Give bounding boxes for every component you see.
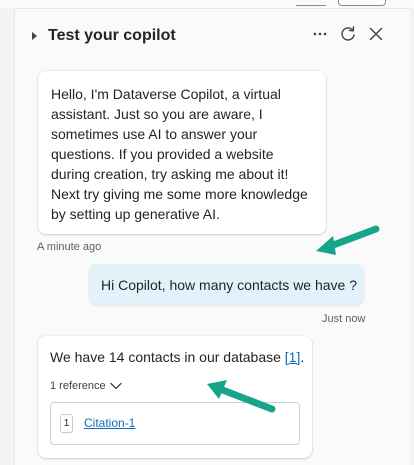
message-line: assistant. Just so you are aware, I <box>51 106 263 122</box>
message-line: sometimes use AI to answer your <box>51 126 258 142</box>
panel-title: Test your copilot <box>48 27 176 44</box>
message-line: Next try giving me some more knowledge <box>51 186 308 202</box>
references-toggle[interactable]: 1 reference <box>50 380 122 392</box>
references-label: 1 reference <box>50 380 106 392</box>
citation-card[interactable]: 1 Citation-1 <box>50 402 300 445</box>
citation-number: 1 <box>60 414 73 433</box>
top-divider <box>296 5 326 6</box>
more-horizontal-icon[interactable] <box>308 22 332 46</box>
answer-suffix: . <box>300 349 305 365</box>
bot-message-text: We have 14 contacts in our database [1]. <box>50 347 304 367</box>
panel-header: Test your copilot <box>14 16 410 56</box>
user-message: Hi Copilot, how many contacts we have ? <box>89 264 364 305</box>
message-timestamp: Just now <box>322 313 366 325</box>
citation-label[interactable]: Citation-1 <box>84 416 135 430</box>
refresh-icon[interactable] <box>336 22 360 46</box>
chevron-down-icon <box>110 382 122 390</box>
citation-link[interactable]: [1] <box>285 349 301 365</box>
caret-right-icon[interactable] <box>32 32 37 40</box>
message-timestamp: A minute ago <box>37 241 102 253</box>
top-button-fragment[interactable] <box>338 0 386 6</box>
message-line: by setting up generative AI. <box>51 206 220 222</box>
message-line: Hello, I'm Dataverse Copilot, a virtual <box>51 86 281 102</box>
message-line: during creation, try asking me about it! <box>51 166 289 182</box>
user-message-text: Hi Copilot, how many contacts we have ? <box>101 277 358 293</box>
close-icon[interactable] <box>364 22 388 46</box>
message-line: questions. If you provided a website <box>51 146 274 162</box>
bot-message-text: Hello, I'm Dataverse Copilot, a virtual … <box>51 84 321 224</box>
bot-message: Hello, I'm Dataverse Copilot, a virtual … <box>38 71 326 234</box>
answer-text: We have 14 contacts in our database <box>50 349 281 365</box>
